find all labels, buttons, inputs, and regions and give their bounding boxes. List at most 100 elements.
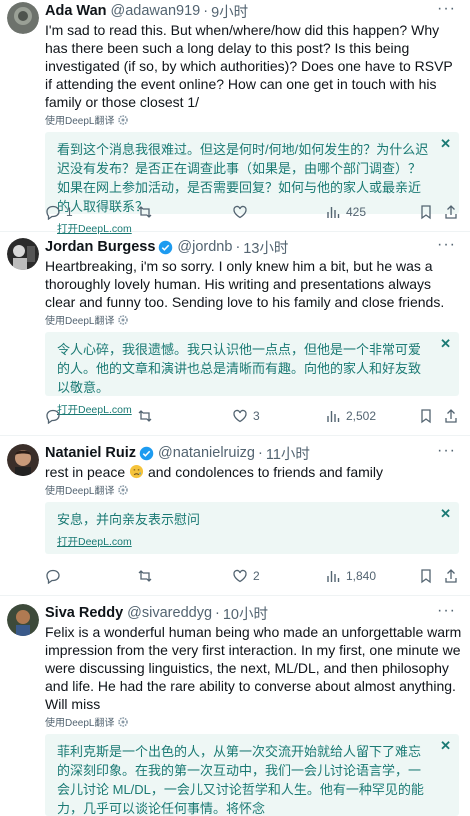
heart-icon [233, 205, 247, 219]
like-count: 3 [253, 409, 260, 423]
close-icon[interactable]: ✕ [440, 738, 451, 754]
timestamp[interactable]: 11小时 [266, 443, 310, 464]
author-handle[interactable]: @adawan919 [111, 3, 201, 19]
author-handle[interactable]: @jordnb [177, 239, 232, 255]
action-bar: 2 1,840 [45, 566, 470, 586]
share-icon [445, 409, 457, 423]
translated-by-label: 使用DeepL翻译 [45, 313, 462, 327]
bookmark-button[interactable] [418, 202, 434, 222]
verified-badge-icon [159, 240, 173, 254]
retweet-icon [138, 570, 152, 582]
tweet-header: Jordan Burgess @jordnb · 13小时 [45, 237, 462, 258]
tweet-text-part: and condolences to friends and family [144, 464, 383, 480]
share-icon [445, 569, 457, 583]
gear-icon[interactable] [118, 114, 129, 125]
open-deepl-link[interactable]: 打开DeepL.com [57, 534, 429, 549]
tweet-jordan-burgess[interactable]: Jordan Burgess @jordnb · 13小时 ··· Heartb… [0, 232, 470, 436]
timestamp[interactable]: 13小时 [243, 237, 288, 258]
more-options-icon[interactable]: ··· [437, 1, 456, 17]
retweet-button[interactable] [137, 202, 153, 222]
author-handle[interactable]: @sivareddyg [127, 605, 212, 621]
translated-by-label: 使用DeepL翻译 [45, 483, 462, 497]
deepl-translation-box: ✕ 安息，并向亲友表示慰问 打开DeepL.com [45, 502, 459, 554]
retweet-button[interactable] [137, 566, 153, 586]
views-count: 2,502 [346, 409, 377, 423]
separator-dot: · [203, 3, 209, 19]
heart-icon [233, 569, 247, 583]
reply-icon [46, 409, 60, 424]
separator-dot: · [258, 445, 263, 461]
chart-bars-icon [327, 411, 340, 422]
like-count: 2 [253, 569, 260, 583]
translation-text: 令人心碎，我很遗憾。我只认识他一点点，但他是一个非常可爱的人。他的文章和演讲也总… [57, 342, 422, 395]
like-button[interactable] [232, 202, 248, 222]
tweet-header: Siva Reddy @sivareddyg · 10小时 [45, 603, 462, 624]
views-button[interactable]: 2,502 [325, 406, 376, 426]
gear-icon[interactable] [118, 716, 129, 727]
reply-button[interactable]: 1 [45, 202, 73, 222]
separator-dot: · [215, 605, 220, 621]
views-button[interactable]: 1,840 [325, 566, 376, 586]
separator-dot: · [235, 239, 241, 255]
share-button[interactable] [443, 202, 459, 222]
more-options-icon[interactable]: ··· [437, 443, 456, 459]
views-button[interactable]: 425 [325, 202, 366, 222]
gear-icon[interactable] [118, 314, 129, 325]
author-name[interactable]: Siva Reddy [45, 605, 123, 621]
tweet-text-part: rest in peace [45, 464, 130, 480]
bookmark-icon [421, 409, 431, 424]
like-button[interactable]: 2 [232, 566, 260, 586]
translation-text: 菲利克斯是一个出色的人，从第一次交流开始就给人留下了难忘的深刻印象。在我的第一次… [57, 744, 424, 816]
tweet-text: I'm sad to read this. But when/where/how… [45, 22, 453, 110]
heart-icon [233, 409, 247, 423]
retweet-button[interactable] [137, 406, 153, 426]
more-options-icon[interactable]: ··· [437, 237, 456, 253]
more-options-icon[interactable]: ··· [437, 603, 456, 619]
translated-by-label: 使用DeepL翻译 [45, 113, 462, 127]
bookmark-button[interactable] [418, 566, 434, 586]
retweet-icon [138, 206, 152, 218]
tweet-header: Ada Wan @adawan919 · 9小时 [45, 1, 462, 22]
reply-button[interactable] [45, 566, 61, 586]
action-bar: 3 2,502 [45, 406, 470, 426]
gear-icon[interactable] [118, 484, 129, 495]
author-name[interactable]: Ada Wan [45, 3, 107, 19]
share-icon [445, 205, 457, 219]
bookmark-icon [421, 569, 431, 584]
retweet-icon [138, 410, 152, 422]
tweet-ada-wan[interactable]: Ada Wan @adawan919 · 9小时 ··· I'm sad to … [0, 0, 470, 235]
bookmark-button[interactable] [418, 406, 434, 426]
action-bar: 1 425 [45, 202, 470, 222]
share-button[interactable] [443, 566, 459, 586]
tweet-siva-reddy[interactable]: Siva Reddy @sivareddyg · 10小时 ··· Felix … [0, 596, 470, 816]
reply-icon [46, 205, 60, 220]
chart-bars-icon [327, 207, 340, 218]
reply-button[interactable] [45, 406, 61, 426]
close-icon[interactable]: ✕ [440, 136, 451, 152]
deepl-translation-box: ✕ 令人心碎，我很遗憾。我只认识他一点点，但他是一个非常可爱的人。他的文章和演讲… [45, 332, 459, 416]
author-name[interactable]: Jordan Burgess [45, 239, 155, 255]
timestamp[interactable]: 9小时 [211, 1, 248, 22]
reply-count: 1 [66, 205, 73, 219]
avatar[interactable] [7, 444, 39, 476]
translation-text: 安息，并向亲友表示慰问 [57, 512, 201, 527]
translated-by-text: 使用DeepL翻译 [45, 486, 115, 497]
tweet-nataniel-ruiz[interactable]: Nataniel Ruiz @natanielruizg · 11小时 ··· … [0, 436, 470, 596]
chart-bars-icon [327, 571, 340, 582]
avatar[interactable] [7, 2, 39, 34]
close-icon[interactable]: ✕ [440, 336, 451, 352]
translated-by-text: 使用DeepL翻译 [45, 718, 115, 729]
bookmark-icon [421, 205, 431, 220]
deepl-translation-box: ✕ 菲利克斯是一个出色的人，从第一次交流开始就给人留下了难忘的深刻印象。在我的第… [45, 734, 459, 816]
share-button[interactable] [443, 406, 459, 426]
tweet-text: rest in peace and condolences to friends… [45, 463, 462, 481]
like-button[interactable]: 3 [232, 406, 260, 426]
close-icon[interactable]: ✕ [440, 506, 451, 522]
timestamp[interactable]: 10小时 [223, 603, 268, 624]
avatar[interactable] [7, 604, 39, 636]
author-name[interactable]: Nataniel Ruiz [45, 445, 136, 461]
author-handle[interactable]: @natanielruizg [158, 445, 255, 461]
avatar[interactable] [7, 238, 39, 270]
translated-by-text: 使用DeepL翻译 [45, 116, 115, 127]
reply-icon [46, 569, 60, 584]
